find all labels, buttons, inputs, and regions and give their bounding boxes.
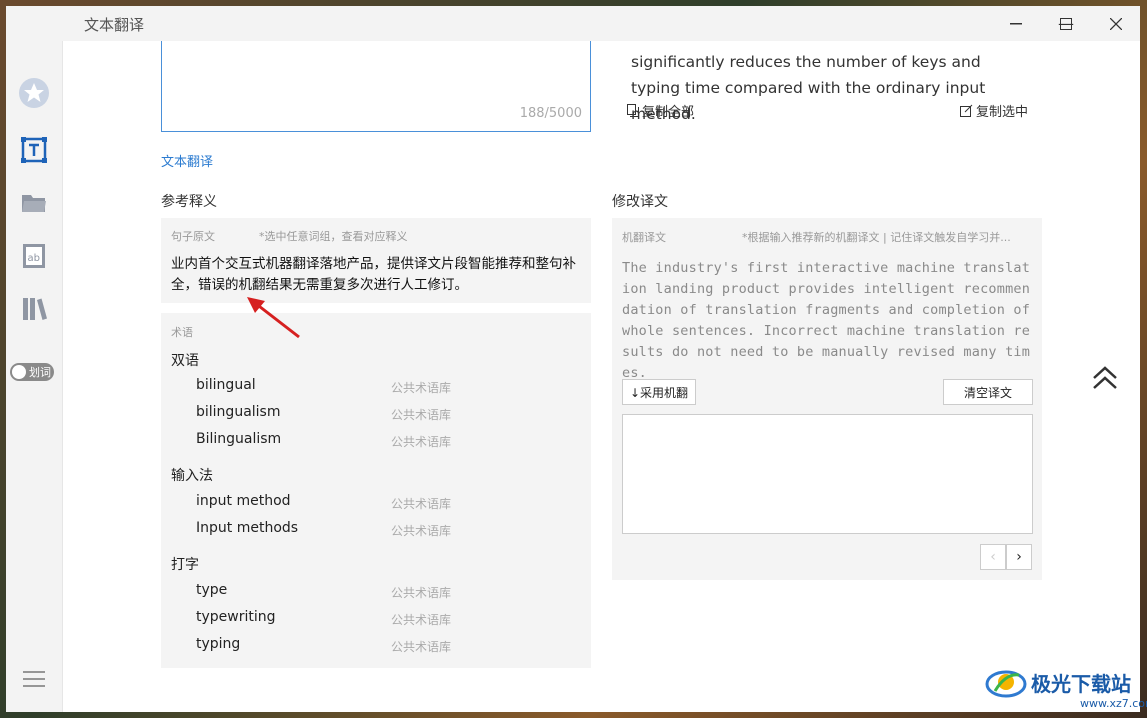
folder-icon bbox=[22, 195, 46, 212]
term-source: 公共术语库 bbox=[391, 586, 452, 600]
term-entry[interactable]: Bilingualism bbox=[196, 431, 281, 447]
clear-translation-button[interactable]: 清空译文 bbox=[943, 379, 1033, 405]
double-chevron-up-icon bbox=[1093, 366, 1117, 389]
copy-selected-button[interactable]: 复制选中 bbox=[960, 101, 1028, 120]
term-entry[interactable]: Input methods bbox=[196, 520, 298, 536]
app-window: 文本翻译 — ab 划词 188/5000 文本翻译 significantly… bbox=[6, 6, 1140, 712]
copy-all-label: 复制全部 bbox=[642, 105, 695, 120]
hamburger-menu-icon bbox=[23, 671, 45, 687]
close-button[interactable] bbox=[1091, 6, 1140, 41]
machine-translation-text: The industry's first interactive machine… bbox=[622, 260, 1031, 381]
sidebar: ab 划词 bbox=[6, 41, 63, 712]
maximize-button[interactable] bbox=[1041, 6, 1091, 41]
modify-panel: 机翻译文 *根据输入推荐新的机翻译文 | 记住译文触发自学习并... The i… bbox=[612, 218, 1042, 580]
copy-all-button[interactable]: 复制全部 bbox=[627, 101, 694, 120]
menu-button[interactable] bbox=[18, 663, 50, 695]
edit-copy-icon bbox=[960, 104, 973, 117]
window-title: 文本翻译 bbox=[84, 16, 145, 34]
watermark-brand: 极光下载站 bbox=[1031, 671, 1131, 696]
term-entry[interactable]: input method bbox=[196, 493, 291, 509]
next-page-button[interactable]: › bbox=[1006, 544, 1032, 570]
reference-heading: 参考释义 bbox=[161, 194, 217, 210]
term-entry[interactable]: bilingualism bbox=[196, 404, 280, 420]
sentence-panel: 句子原文 *选中任意词组，查看对应释义 业内首个交互式机器翻译落地产品，提供译文… bbox=[161, 218, 591, 303]
scroll-to-top-button[interactable] bbox=[1090, 363, 1120, 393]
adopt-mt-button[interactable]: ↓采用机翻 bbox=[622, 379, 696, 405]
char-count: 188/5000 bbox=[519, 106, 582, 121]
term-entry[interactable]: typewriting bbox=[196, 609, 276, 625]
library-icon bbox=[23, 298, 47, 320]
term-source: 公共术语库 bbox=[391, 381, 452, 395]
sidebar-item-text-translate[interactable] bbox=[18, 134, 50, 166]
annotation-arrow-icon bbox=[247, 297, 300, 339]
main-content: 188/5000 文本翻译 significantly reduces the … bbox=[63, 41, 1140, 712]
doc-ab-icon: ab bbox=[23, 244, 45, 268]
term-group-head[interactable]: 双语 bbox=[171, 350, 199, 370]
watermark-url: www.xz7.com bbox=[1080, 697, 1147, 710]
svg-text:ab: ab bbox=[28, 253, 40, 264]
word-select-toggle[interactable]: 划词 bbox=[10, 363, 54, 381]
term-entry[interactable]: type bbox=[196, 582, 227, 598]
tab-text-translate[interactable]: 文本翻译 bbox=[161, 151, 213, 170]
source-sentence[interactable]: 业内首个交互式机器翻译落地产品，提供译文片段智能推荐和整句补全，错误的机翻结果无… bbox=[171, 254, 586, 296]
term-source: 公共术语库 bbox=[391, 524, 452, 538]
mt-label: 机翻译文 bbox=[622, 231, 666, 244]
sidebar-item-favorites[interactable] bbox=[18, 77, 50, 109]
term-source: 公共术语库 bbox=[391, 435, 452, 449]
terms-label: 术语 bbox=[171, 326, 193, 339]
mt-hint: *根据输入推荐新的机翻译文 | 记住译文触发自学习并... bbox=[742, 231, 1011, 244]
term-source: 公共术语库 bbox=[391, 613, 452, 627]
term-entry[interactable]: bilingual bbox=[196, 377, 256, 393]
sidebar-item-library[interactable] bbox=[18, 293, 50, 325]
watermark-logo-icon bbox=[985, 670, 1027, 698]
term-source: 公共术语库 bbox=[391, 497, 452, 511]
source-text-input[interactable]: 188/5000 bbox=[161, 41, 591, 132]
chevron-right-icon: › bbox=[1016, 549, 1022, 565]
sentence-label: 句子原文 bbox=[171, 230, 215, 243]
minimize-button-alt[interactable] bbox=[991, 6, 1041, 41]
minimize-icon bbox=[1010, 22, 1022, 24]
sentence-hint: *选中任意词组，查看对应释义 bbox=[259, 230, 408, 243]
edit-translation-textarea[interactable] bbox=[622, 414, 1033, 534]
copy-icon bbox=[627, 104, 639, 117]
modify-heading: 修改译文 bbox=[612, 194, 668, 210]
toggle-knob bbox=[12, 365, 26, 379]
term-group-head[interactable]: 打字 bbox=[171, 554, 199, 574]
term-source: 公共术语库 bbox=[391, 408, 452, 422]
term-entry[interactable]: typing bbox=[196, 636, 240, 652]
close-icon bbox=[1110, 17, 1122, 30]
sidebar-item-documents[interactable]: ab bbox=[18, 240, 50, 272]
title-bar: 文本翻译 — bbox=[6, 6, 1140, 41]
sidebar-item-files[interactable] bbox=[18, 187, 50, 219]
star-badge-icon bbox=[19, 78, 49, 108]
term-group-head[interactable]: 输入法 bbox=[171, 465, 213, 485]
terms-panel: 术语 双语 bilingual 公共术语库 bilingualism 公共术语库… bbox=[161, 313, 591, 668]
term-source: 公共术语库 bbox=[391, 640, 452, 654]
toggle-label: 划词 bbox=[29, 366, 51, 379]
watermark: 极光下载站 bbox=[985, 665, 1131, 699]
chevron-left-icon: ‹ bbox=[990, 549, 996, 565]
maximize-icon bbox=[1060, 17, 1072, 30]
text-translate-icon bbox=[21, 137, 47, 163]
prev-page-button[interactable]: ‹ bbox=[980, 544, 1006, 570]
copy-selected-label: 复制选中 bbox=[976, 105, 1029, 120]
